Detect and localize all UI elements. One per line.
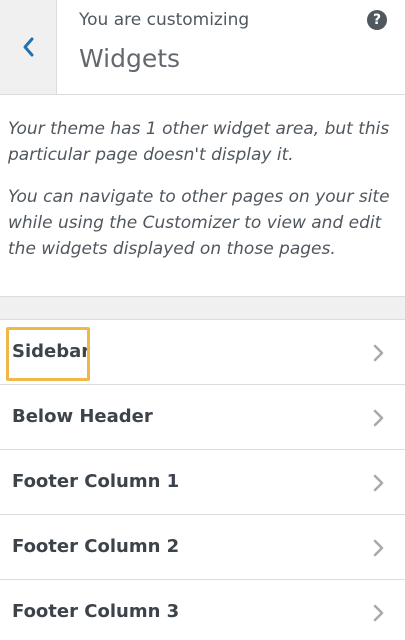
widget-area-label: Footer Column 1	[12, 471, 180, 492]
widget-area-label: Below Header	[12, 406, 153, 427]
widget-area-item-footer-column-3[interactable]: Footer Column 3	[0, 580, 405, 640]
widget-area-item-sidebar[interactable]: Sidebar	[0, 320, 405, 385]
chevron-left-icon	[23, 37, 34, 57]
widget-area-item-footer-column-1[interactable]: Footer Column 1	[0, 450, 405, 515]
widget-area-item-below-header[interactable]: Below Header	[0, 385, 405, 450]
chevron-right-icon	[373, 539, 384, 557]
section-divider	[0, 296, 405, 320]
widget-area-label: Footer Column 3	[12, 601, 180, 622]
widget-area-label: Footer Column 2	[12, 536, 180, 557]
widget-area-notice: Your theme has 1 other widget area, but …	[0, 95, 405, 296]
page-title: Widgets	[79, 44, 181, 73]
notice-paragraph: Your theme has 1 other widget area, but …	[8, 119, 390, 165]
help-icon[interactable]: ?	[367, 10, 387, 30]
header-subtitle: You are customizing	[79, 10, 250, 30]
customizer-header: You are customizing Widgets ?	[0, 0, 405, 95]
chevron-right-icon	[373, 409, 384, 427]
chevron-right-icon	[373, 604, 384, 622]
title-block: You are customizing Widgets	[79, 8, 249, 76]
notice-paragraph: You can navigate to other pages on your …	[8, 187, 390, 259]
widget-area-label: Sidebar	[12, 341, 91, 362]
widget-area-list: Sidebar Below Header Footer Column 1 Foo…	[0, 320, 405, 640]
chevron-right-icon	[373, 474, 384, 492]
chevron-right-icon	[373, 344, 384, 362]
widget-area-item-footer-column-2[interactable]: Footer Column 2	[0, 515, 405, 580]
back-button[interactable]	[0, 0, 57, 94]
